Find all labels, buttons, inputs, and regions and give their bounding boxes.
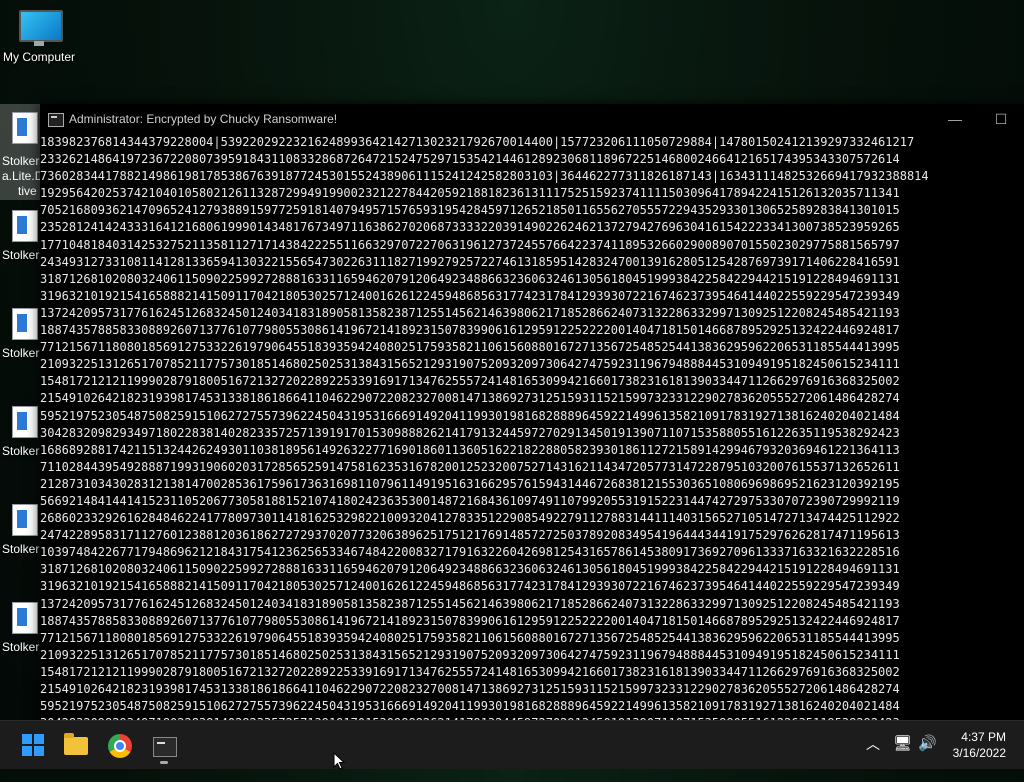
desktop-icon-label: My Computer [2,50,76,64]
desktop-icon-stolker[interactable]: Stolker [0,300,40,390]
desktop-icon-label: Stolker [2,248,40,262]
icon-label-line: Stolker [2,154,40,168]
window-titlebar[interactable]: Administrator: Encrypted by Chucky Ranso… [40,104,1024,134]
console-line: 3196321019215416588821415091170421805302… [40,288,900,303]
console-line: 7712156711808018569127533226197906455183… [40,340,900,355]
console-line: 183982376814344379228004|539220292232162… [40,135,915,149]
show-hidden-icons-chevron-icon[interactable]: ︿ [866,734,880,782]
clock-time: 4:37 PM [961,730,1006,744]
console-line: 2686023329261628484622417780973011418162… [40,511,900,526]
console-line: 1771048184031425327521135811271714384222… [40,237,900,252]
console-line: 3042832098293497180228381402823357257139… [40,425,900,440]
console-line: 2109322513126517078521177573018514680250… [40,357,900,372]
minimize-button[interactable]: — [932,104,978,134]
console-line: 2474228958317112760123881203618627272937… [40,528,900,543]
console-line: 3187126810208032406115090225992728881633… [40,271,900,286]
console-window[interactable]: Administrator: Encrypted by Chucky Ranso… [40,104,1024,720]
maximize-button[interactable]: ☐ [978,104,1024,134]
console-line: 7712156711808018569127533226197906455183… [40,630,900,645]
console-line: 5952197523054875082591510627275573962245… [40,699,900,714]
console-line: 2352812414243331641216806199901434817673… [40,220,900,235]
clock[interactable]: 4:37 PM 3/16/2022 [953,729,1006,761]
active-indicator [160,761,168,764]
chrome-icon [108,734,132,758]
desktop-icon-label: Stolker [2,346,40,360]
console-line: 1929564202537421040105802126113287299491… [40,186,900,201]
taskbar: ︿ 🖥 🔊 4:37 PM 3/16/2022 [0,720,1024,769]
network-icon[interactable]: 🖥 [893,734,912,782]
monitor-icon [17,10,63,46]
desktop-icon-selected[interactable]: Stolker a.Lite.D tive [0,104,44,200]
desktop-icon-my-computer[interactable]: My Computer [0,10,78,64]
console-icon [48,113,64,127]
terminal-icon [153,737,177,757]
icon-label-line: tive [18,184,37,198]
window-title: Administrator: Encrypted by Chucky Ranso… [69,112,338,126]
console-line: 1686892881742115132442624930110381895614… [40,442,900,457]
document-icon [12,602,38,634]
console-line: 3187126810208032406115090225992728881633… [40,562,900,577]
folder-icon [64,733,88,755]
console-line: 2109322513126517078521177573018514680250… [40,647,900,662]
console-line: 1548172121211999028791800516721327202289… [40,374,900,389]
file-explorer-button[interactable] [56,727,96,763]
console-line: 2434931273310811412813365941303221556547… [40,254,900,269]
document-icon [12,210,38,242]
console-line: 1887435788583308892607137761077980553086… [40,613,900,628]
console-line: 7110284439549288871993190602031728565259… [40,459,900,474]
console-line: 3196321019215416588821415091170421805302… [40,579,900,594]
document-icon [12,504,38,536]
desktop-icon-stolker[interactable]: Stolker [0,398,40,488]
document-icon [12,406,38,438]
console-line: 2128731034302831213814700285361759617363… [40,476,900,491]
console-taskbar-button[interactable] [144,727,184,764]
desktop-icon-stolker[interactable]: Stolker [0,202,40,292]
console-line: 5952197523054875082591510627275573962245… [40,408,900,423]
clock-date: 3/16/2022 [952,746,1006,760]
console-line: 1887435788583308892607137761077980553086… [40,323,900,338]
console-line: 7052168093621470965241279388915977259181… [40,203,900,218]
mouse-cursor-icon [333,752,345,770]
console-line: 2154910264218231939817453133818618664110… [40,682,900,696]
desktop-icon-stolker[interactable]: Stolker [0,594,40,684]
console-line: 5669214841441415231105206773058188152107… [40,493,900,508]
console-line: 2332621486419723672208073959184311083328… [40,152,900,167]
chrome-button[interactable] [100,727,140,763]
console-line: 1548172121211999028791800516721327202289… [40,664,900,679]
desktop-icon-label: Stolker [2,542,40,556]
desktop-icon-stolker[interactable]: Stolker [0,496,40,586]
volume-icon[interactable]: 🔊 [918,734,937,782]
start-button[interactable] [12,727,52,763]
console-line: 2154910264218231939817453133818618664110… [40,391,900,406]
console-line: 7360283441788214986198178538676391877245… [40,169,929,184]
console-line: 1372420957317761624512683245012403418318… [40,596,900,611]
windows-logo-icon [22,734,44,756]
console-output[interactable]: 183982376814344379228004|539220292232162… [40,134,1024,720]
document-icon [12,112,38,144]
desktop-icon-label: Stolker [2,640,40,654]
desktop-icon-label: Stolker [2,444,40,458]
icon-label-line: a.Lite.D [2,169,44,183]
console-line: 1039748422677179486962121843175412362565… [40,545,900,560]
document-icon [12,308,38,340]
console-line: 1372420957317761624512683245012403418318… [40,305,900,320]
